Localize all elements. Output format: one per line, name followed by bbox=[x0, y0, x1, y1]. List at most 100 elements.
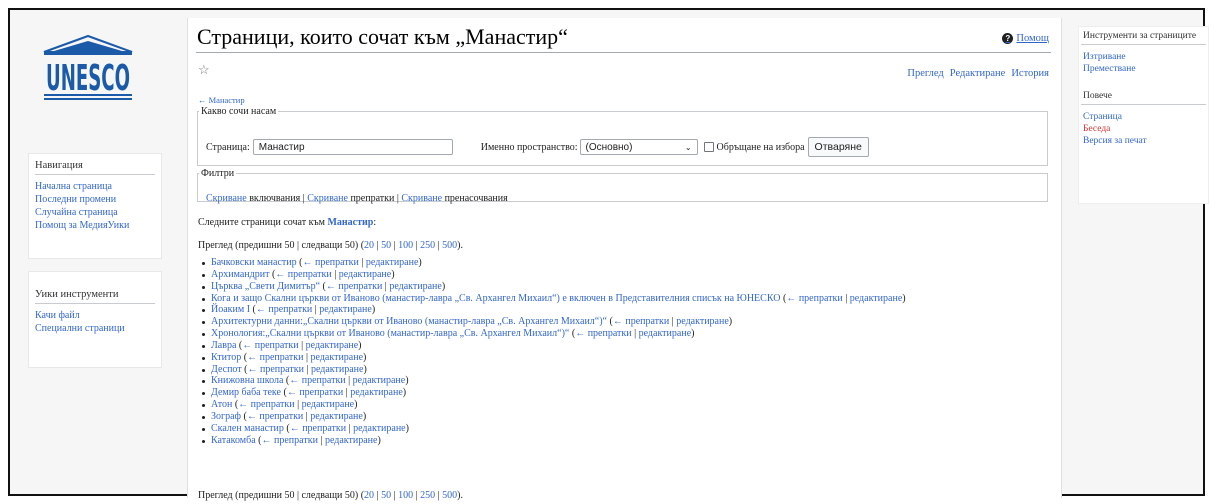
result-edit-link[interactable]: редактиране bbox=[350, 387, 403, 398]
hide-redirects-link[interactable]: Скриване bbox=[401, 193, 442, 204]
result-edit-link[interactable]: редактиране bbox=[850, 293, 903, 304]
tool-talk[interactable]: Беседа bbox=[1079, 123, 1208, 135]
result-edit-link[interactable]: редактиране bbox=[306, 340, 359, 351]
result-edit-link[interactable]: редактиране bbox=[389, 281, 442, 292]
result-links-link[interactable]: ← препратки bbox=[262, 435, 318, 446]
result-links-link[interactable]: ← препратки bbox=[575, 328, 631, 339]
result-edit-link[interactable]: редактиране bbox=[311, 364, 364, 375]
nav-item-random-page[interactable]: Случайна страница bbox=[29, 206, 161, 219]
nav-item-upload-file[interactable]: Качи файл bbox=[29, 309, 161, 322]
result-edit-link[interactable]: редактиране bbox=[676, 316, 729, 327]
hide-links-link[interactable]: Скриване bbox=[307, 193, 348, 204]
pager-link-20[interactable]: 20 bbox=[364, 490, 374, 501]
tool-delete[interactable]: Изтриване bbox=[1079, 51, 1208, 63]
intro-target-link[interactable]: Манастир bbox=[327, 217, 373, 228]
result-links-link[interactable]: ← препратки bbox=[326, 281, 382, 292]
result-edit-link[interactable]: редактиране bbox=[353, 375, 406, 386]
submit-button[interactable]: Отваряне bbox=[807, 137, 869, 157]
result-link[interactable]: Архимандрит bbox=[211, 269, 269, 280]
result-links-link[interactable]: ← препратки bbox=[289, 375, 345, 386]
intro-colon: : bbox=[373, 217, 377, 228]
result-link[interactable]: Книжовна школа bbox=[211, 375, 283, 386]
hide-transclusions-link[interactable]: Скриване bbox=[206, 193, 247, 204]
pager-link-50[interactable]: 50 bbox=[381, 240, 391, 251]
result-link[interactable]: Лавра bbox=[211, 340, 236, 351]
result-links-link[interactable]: ← препратки bbox=[290, 423, 346, 434]
result-link[interactable]: Скален манастир bbox=[211, 423, 284, 434]
result-edit-link[interactable]: редактиране bbox=[319, 304, 372, 315]
pager-link-20[interactable]: 20 bbox=[364, 240, 374, 251]
result-link[interactable]: Църква „Свети Димитър“ bbox=[211, 281, 320, 292]
result-link[interactable]: Йоаким I bbox=[211, 304, 250, 315]
pager-link-250[interactable]: 250 bbox=[420, 490, 435, 501]
pager-link-50[interactable]: 50 bbox=[381, 490, 391, 501]
result-links-link[interactable]: ← препратки bbox=[247, 352, 303, 363]
window-frame: UNESCO Навигация Начална страница Послед… bbox=[8, 8, 1209, 501]
result-link[interactable]: Архитектурни данни:„Скални църкви от Ива… bbox=[211, 316, 607, 327]
pager-link-100[interactable]: 100 bbox=[398, 490, 413, 501]
result-links-link[interactable]: ← препратки bbox=[786, 293, 842, 304]
namespace-select[interactable]: (Основно) ⌄ bbox=[579, 139, 698, 155]
tool-printable-version[interactable]: Версия за печат bbox=[1079, 135, 1208, 147]
result-link[interactable]: Деспот bbox=[211, 364, 242, 375]
nav-item-recent-changes[interactable]: Последни промени bbox=[29, 193, 161, 206]
nav-item-main-page[interactable]: Начална страница bbox=[29, 180, 161, 193]
chevron-down-icon: ⌄ bbox=[684, 142, 692, 152]
result-link[interactable]: Демир баба теке bbox=[211, 387, 281, 398]
page-title: Страници, които сочат към „Манастир“ bbox=[197, 24, 568, 49]
page-input[interactable]: Манастир bbox=[252, 139, 453, 155]
result-edit-link[interactable]: редактиране bbox=[311, 352, 364, 363]
tool-move[interactable]: Преместване bbox=[1079, 63, 1208, 75]
watch-star-icon[interactable]: ☆ bbox=[198, 62, 210, 78]
result-edit-link[interactable]: редактиране bbox=[310, 411, 363, 422]
invert-checkbox[interactable] bbox=[703, 142, 714, 152]
result-links-link[interactable]: ← препратки bbox=[248, 364, 304, 375]
result-edit-link[interactable]: редактиране bbox=[639, 328, 692, 339]
result-item: Атон (← препратки | редактиране) bbox=[202, 399, 906, 411]
wiki-tools-panel: Уики инструменти Качи файл Специални стр… bbox=[28, 271, 162, 368]
result-edit-link[interactable]: редактиране bbox=[353, 423, 406, 434]
separator: | bbox=[396, 193, 399, 204]
unesco-logo-image: UNESCO bbox=[43, 34, 133, 100]
result-edit-link[interactable]: редактиране bbox=[302, 399, 355, 410]
result-link[interactable]: Атон bbox=[211, 399, 232, 410]
result-link[interactable]: Кога и защо Скални църкви от Иваново (ма… bbox=[211, 293, 780, 304]
wiki-tools-heading: Уики инструменти bbox=[35, 289, 155, 304]
nav-item-special-pages[interactable]: Специални страници bbox=[29, 322, 161, 335]
result-links-link[interactable]: ← препратки bbox=[256, 304, 312, 315]
result-links-link[interactable]: ← препратки bbox=[242, 340, 298, 351]
navigation-panel: Навигация Начална страница Последни пром… bbox=[28, 153, 162, 259]
result-link[interactable]: Хронология:„Скални църкви от Иваново (ма… bbox=[211, 328, 569, 339]
result-links-link[interactable]: ← препратки bbox=[275, 269, 331, 280]
result-item: Демир баба теке (← препратки | редактира… bbox=[202, 387, 906, 399]
result-link[interactable]: Зограф bbox=[211, 411, 241, 422]
tab-view[interactable]: Преглед bbox=[907, 68, 943, 79]
pager-link-100[interactable]: 100 bbox=[398, 240, 413, 251]
result-item: Църква „Свети Димитър“ (← препратки | ре… bbox=[202, 281, 906, 293]
back-link[interactable]: ← Манастир bbox=[198, 95, 245, 105]
result-edit-link[interactable]: редактиране bbox=[339, 269, 392, 280]
result-item: Бачковски манастир (← препратки | редакт… bbox=[202, 257, 906, 269]
tab-edit[interactable]: Редактиране bbox=[950, 68, 1006, 79]
result-link[interactable]: Катакомба bbox=[211, 435, 256, 446]
invert-label: Обръщане на избора bbox=[716, 141, 805, 153]
result-edit-link[interactable]: редактиране bbox=[325, 435, 378, 446]
unesco-logo[interactable]: UNESCO bbox=[38, 32, 138, 110]
result-links-link[interactable]: ← препратки bbox=[287, 387, 343, 398]
result-links-link[interactable]: ← препратки bbox=[247, 411, 303, 422]
results-intro: Следните страници сочат към Манастир: bbox=[198, 217, 376, 228]
result-links-link[interactable]: ← препратки bbox=[302, 257, 358, 268]
result-links-link[interactable]: ← препратки bbox=[238, 399, 294, 410]
help-link[interactable]: ? Помощ bbox=[1002, 33, 1049, 44]
result-edit-link[interactable]: редактиране bbox=[366, 257, 419, 268]
pager-link-250[interactable]: 250 bbox=[420, 240, 435, 251]
pager-link-500[interactable]: 500 bbox=[442, 240, 457, 251]
result-links-link[interactable]: ← препратки bbox=[613, 316, 669, 327]
whatlinkshere-form: Какво сочи насам Страница: Манастир Имен… bbox=[197, 106, 1048, 166]
result-link[interactable]: Бачковски манастир bbox=[211, 257, 297, 268]
result-link[interactable]: Ктитор bbox=[211, 352, 241, 363]
tool-page[interactable]: Страница bbox=[1079, 111, 1208, 123]
pager-link-500[interactable]: 500 bbox=[442, 490, 457, 501]
tab-history[interactable]: История bbox=[1011, 68, 1049, 79]
nav-item-help[interactable]: Помощ за МедияУики bbox=[29, 219, 161, 232]
